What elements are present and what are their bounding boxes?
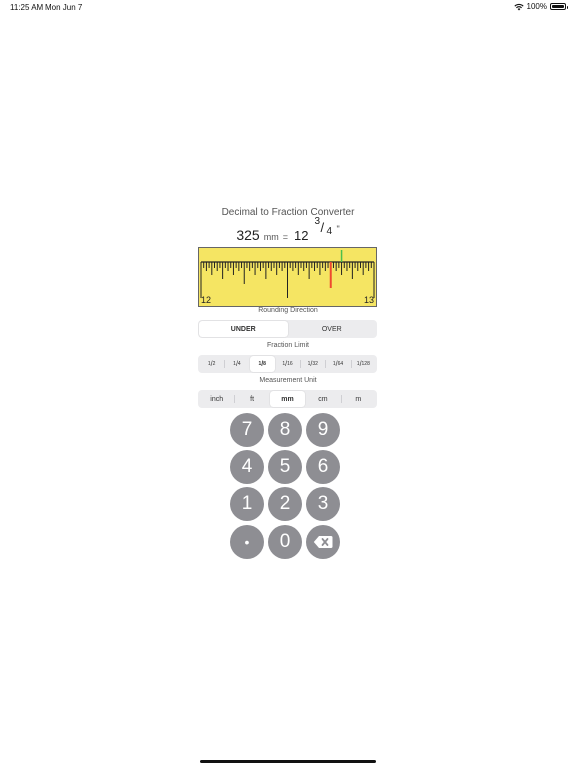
unit-m[interactable]: m [340,391,376,407]
ruler: 12 13 [198,247,377,307]
result-fraction: 3 / 4 [314,216,334,240]
key-8[interactable]: 8 [268,413,302,447]
key-5[interactable]: 5 [268,450,302,484]
key-0[interactable]: 0 [268,525,302,559]
ruler-end-label: 13 [363,295,374,305]
key-3[interactable]: 3 [306,487,340,521]
unit-cm[interactable]: cm [305,391,340,407]
equals-sign: = [282,232,288,242]
rounding-label: Rounding Direction [258,307,318,314]
fraction-limit-denominator: 64 [337,361,344,367]
unit-inch[interactable]: inch [199,391,234,407]
fraction-limit-denominator: 32 [312,361,318,367]
rounding-over[interactable]: OVER [288,321,377,337]
key-4[interactable]: 4 [230,450,264,484]
fraction-limit-1-64[interactable]: 1/64 [325,356,350,372]
fraction-denominator: 4 [326,226,332,237]
page-title: Decimal to Fraction Converter [221,207,355,218]
fraction-limit-1-2[interactable]: 1/2 [199,356,224,372]
fraction-limit-1-4[interactable]: 1/4 [224,356,249,372]
unit-mm[interactable]: mm [269,391,306,407]
status-right: 100% [513,2,568,11]
fraction-limit-segmented-control: 1/2 1/4 1/8 1/16 1/32 1/64 1/128 [198,355,377,373]
measurement-unit-label: Measurement Unit [259,377,317,384]
status-time: 11:25 AM [10,3,44,12]
fraction-limit-denominator: 2 [212,361,216,367]
status-bar: 11:25 AM Mon Jun 7 100% [0,0,576,16]
inch-mark: " [336,224,340,234]
fraction-limit-1-32[interactable]: 1/32 [300,356,325,372]
fraction-limit-label: Fraction Limit [266,342,309,349]
battery-percent: 100% [526,2,547,11]
rounding-segmented-control: UNDER OVER [198,320,377,338]
result-whole: 12 [293,228,309,243]
ruler-ticks [200,250,375,298]
fraction-numerator: 3 [314,216,320,227]
fraction-limit-denominator: 8 [263,361,266,367]
fraction-limit-denominator: 128 [361,361,370,367]
conversion-result: 325 mm = 12 3 / 4 " [0,216,576,244]
key-7[interactable]: 7 [230,413,264,447]
input-value: 325 [236,227,260,243]
fraction-limit-denominator: 16 [287,361,293,367]
wifi-icon [513,3,524,10]
input-unit: mm [263,232,279,242]
measurement-unit-segmented-control: inch ft mm cm m [198,390,377,408]
backspace-icon [313,536,333,548]
fraction-limit-1-16[interactable]: 1/16 [275,356,300,372]
key-1[interactable]: 1 [230,487,264,521]
unit-ft[interactable]: ft [234,391,269,407]
ruler-start-label: 12 [201,295,212,305]
fraction-limit-denominator: 4 [237,361,241,367]
key-6[interactable]: 6 [306,450,340,484]
key-decimal[interactable]: • [230,525,264,559]
fraction-limit-1-8[interactable]: 1/8 [249,356,275,372]
fraction-slash: / [320,220,325,235]
fraction-limit-1-128[interactable]: 1/128 [350,356,376,372]
battery-fill [552,5,564,8]
home-indicator [200,760,376,763]
status-date: Mon Jun 7 [45,3,83,12]
key-9[interactable]: 9 [306,413,340,447]
key-2[interactable]: 2 [268,487,302,521]
battery-icon [550,3,568,10]
key-backspace[interactable] [306,525,340,559]
rounding-under[interactable]: UNDER [199,321,288,337]
